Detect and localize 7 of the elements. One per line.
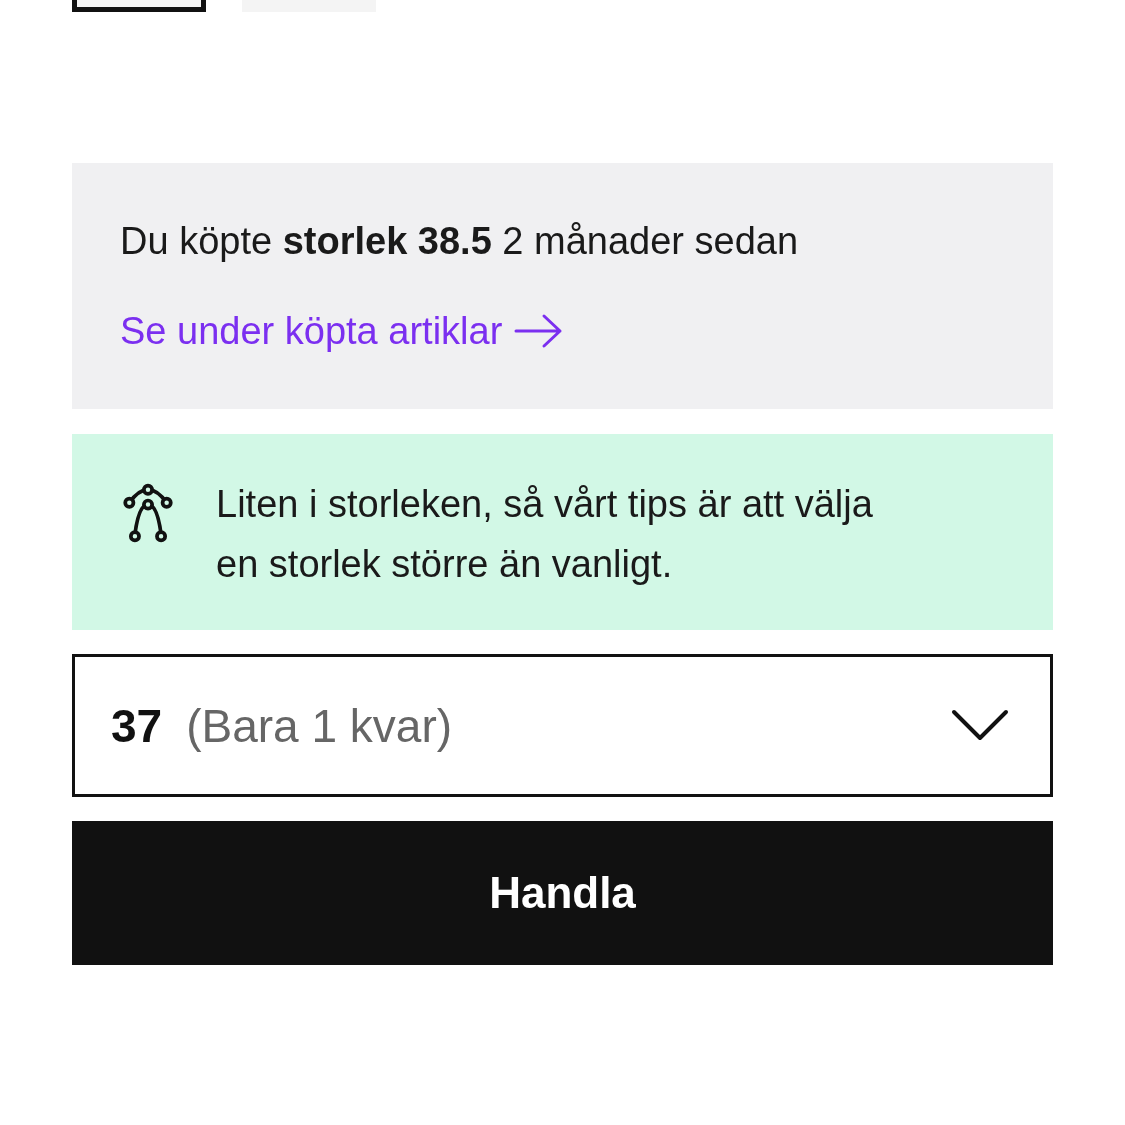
size-tile[interactable] [72,0,206,12]
figure-icon [120,482,176,544]
fit-tip-text: Liten i storleken, så vårt tips är att välja en storlek större än vanligt. [216,482,874,587]
size-dropdown[interactable]: 37 (Bara 1 kvar) [72,654,1053,797]
purchased-items-link[interactable]: Se under köpta artiklar [120,307,565,355]
buy-button[interactable]: Handla [72,821,1053,965]
purchase-notice-text: Du köpte storlek 38.5 2 månader sedan [120,219,800,264]
